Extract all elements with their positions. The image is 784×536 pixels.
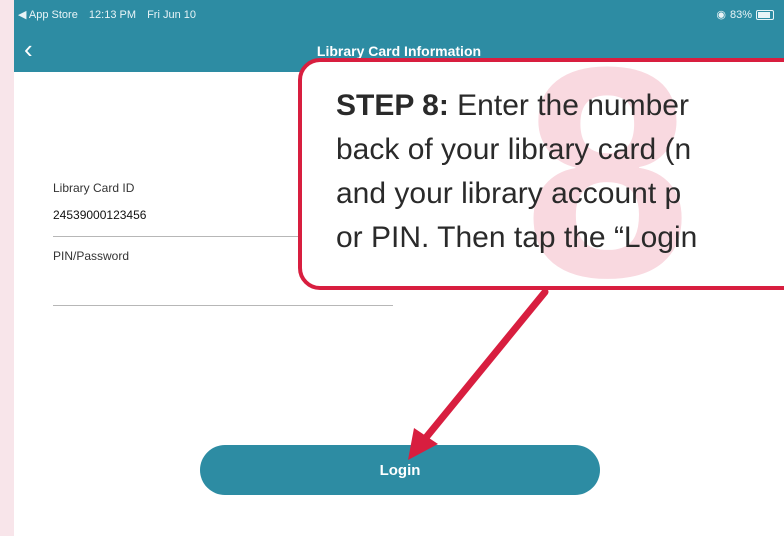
pointer-arrow-icon	[408, 288, 549, 460]
